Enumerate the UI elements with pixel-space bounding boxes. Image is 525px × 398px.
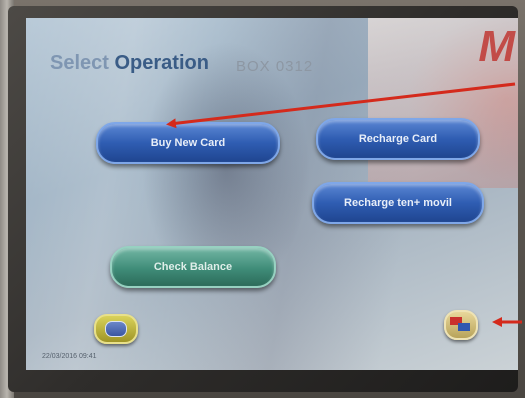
photo-stage: M Select Operation BOX 0312 Buy New Card… [0, 0, 525, 398]
annotation-arrows [166, 82, 522, 327]
arrow-to-buy-new-card [166, 82, 516, 129]
